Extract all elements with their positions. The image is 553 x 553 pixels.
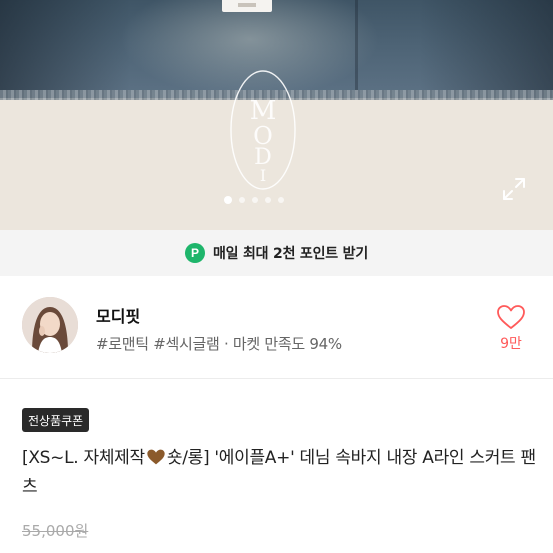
svg-text:I: I: [260, 166, 266, 185]
gallery-dot-active: [224, 196, 232, 204]
modi-watermark-logo: M O D I: [230, 70, 296, 190]
daily-points-banner[interactable]: P 매일 최대 2천 포인트 받기: [0, 230, 553, 276]
brown-heart-icon: [147, 449, 165, 465]
product-title-part-1: [XS~L. 자체제작: [22, 448, 145, 468]
gallery-dot: [239, 197, 245, 203]
heart-icon[interactable]: [496, 304, 526, 330]
shop-avatar[interactable]: [22, 297, 78, 353]
product-title: [XS~L. 자체제작 숏/롱] '에이플A+' 데님 속바지 내장 A라인 스커…: [22, 444, 542, 502]
shop-tags: #로맨틱 #섹시글램 · 마켓 만족도 94%: [96, 335, 342, 353]
like-count: 9만: [500, 336, 522, 352]
point-icon: P: [184, 243, 205, 263]
product-image-gallery[interactable]: M O D I: [0, 0, 553, 230]
gallery-dot: [265, 197, 271, 203]
expand-icon[interactable]: [501, 176, 527, 202]
shop-info[interactable]: 모디핏 #로맨틱 #섹시글램 · 마켓 만족도 94% 9만: [0, 276, 553, 378]
gallery-dot: [278, 197, 284, 203]
points-banner-text: 매일 최대 2천 포인트 받기: [212, 246, 369, 262]
gallery-page-indicator: [224, 196, 284, 204]
shop-name[interactable]: 모디핏: [96, 303, 140, 327]
coupon-badge: 전상품쿠폰: [22, 408, 90, 432]
section-divider: [0, 378, 553, 379]
original-price: 55,000원: [22, 522, 89, 540]
gallery-dot: [252, 197, 258, 203]
